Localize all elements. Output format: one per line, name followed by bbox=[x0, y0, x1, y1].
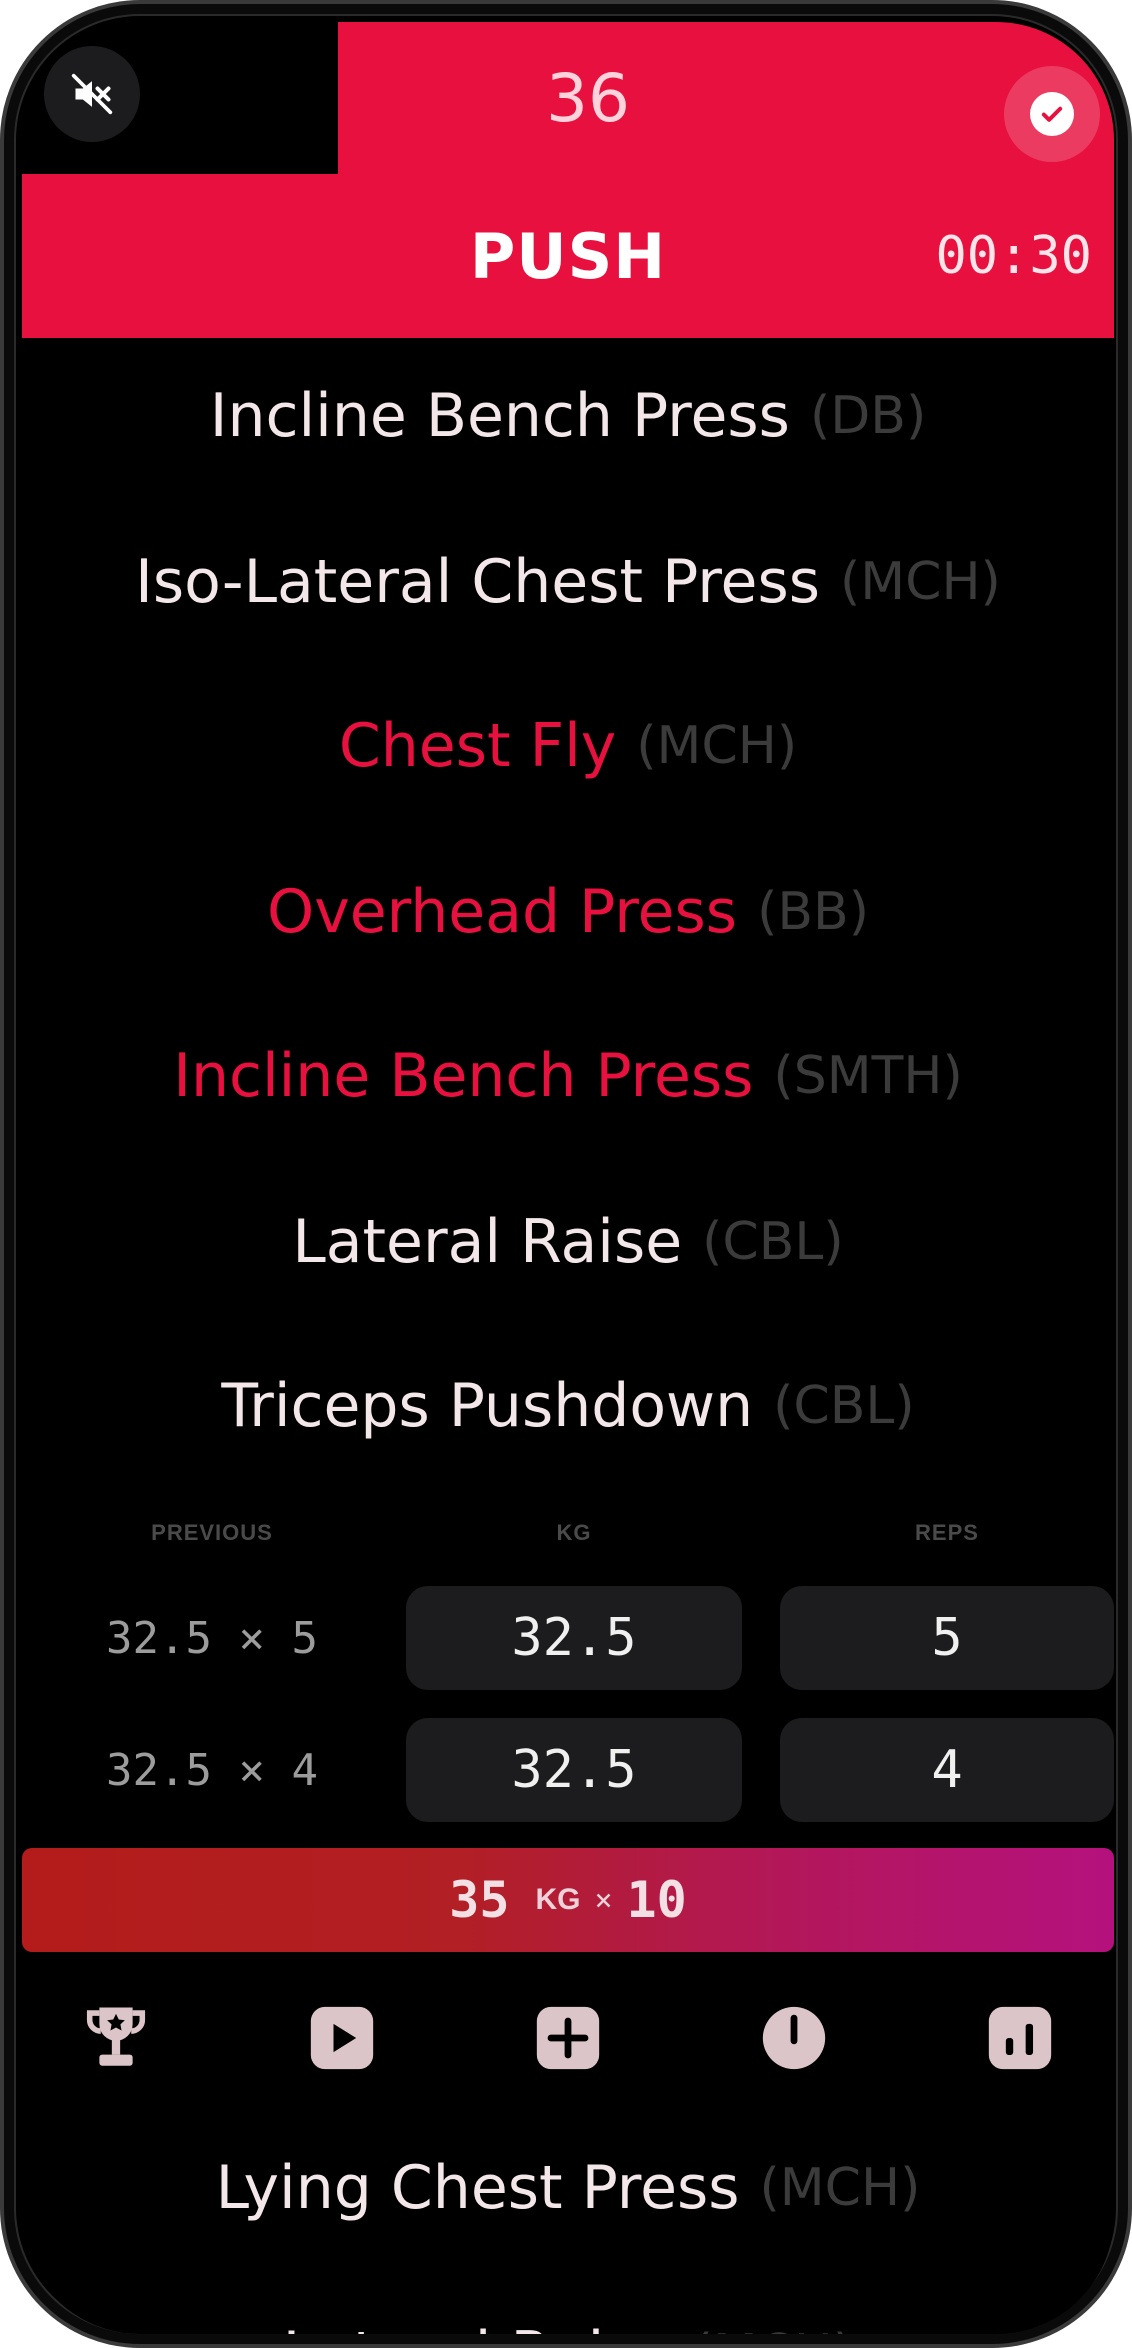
play-button[interactable] bbox=[302, 1998, 382, 2078]
exercise-equipment: (CBL) bbox=[773, 1376, 915, 1436]
exercise-item-active[interactable]: Overhead Press (BB) bbox=[22, 852, 1114, 972]
app-screen: 36 PUSH 00:30 Incline Bench Press (DB) I… bbox=[22, 22, 1114, 2334]
exercise-equipment: (MCH) bbox=[759, 2158, 921, 2218]
exercise-item[interactable]: Lateral Raise (MCH) bbox=[22, 2294, 1114, 2334]
exercise-item-active[interactable]: Incline Bench Press (SMTH) bbox=[22, 1016, 1114, 1136]
finish-workout-button[interactable] bbox=[1004, 66, 1100, 162]
reps-input[interactable]: 5 bbox=[780, 1586, 1114, 1690]
column-header-kg: KG bbox=[556, 1520, 592, 1545]
exercise-name: Incline Bench Press bbox=[209, 381, 790, 451]
column-header-reps: REPS bbox=[915, 1520, 979, 1545]
check-icon bbox=[1030, 92, 1074, 136]
exercise-name: Lateral Raise bbox=[283, 2319, 673, 2334]
set-counter: 36 bbox=[546, 59, 630, 137]
phone-frame: 36 PUSH 00:30 Incline Bench Press (DB) I… bbox=[0, 0, 1132, 2348]
exercise-equipment: (DB) bbox=[809, 386, 927, 446]
reps-input[interactable]: 4 bbox=[780, 1718, 1114, 1822]
kg-input[interactable]: 32.5 bbox=[406, 1718, 742, 1822]
exercise-equipment: (CBL) bbox=[702, 1212, 844, 1272]
stats-button[interactable] bbox=[980, 1998, 1060, 2078]
mute-button[interactable] bbox=[44, 46, 140, 142]
exercise-name: Triceps Pushdown bbox=[221, 1371, 754, 1441]
exercise-equipment: (MCH) bbox=[636, 716, 798, 776]
exercise-equipment: (BB) bbox=[757, 882, 869, 942]
exercise-name: Lying Chest Press bbox=[215, 2153, 740, 2223]
previous-set-value: 32.5 × 4 bbox=[106, 1744, 318, 1796]
add-set-button[interactable]: 35 KG × 10 bbox=[22, 1848, 1114, 1952]
exercise-item[interactable]: Lateral Raise (CBL) bbox=[22, 1182, 1114, 1302]
add-set-reps: 10 bbox=[626, 1871, 687, 1929]
exercise-equipment: (MCH) bbox=[839, 552, 1001, 612]
exercise-name: Incline Bench Press bbox=[173, 1041, 754, 1111]
exercise-name: Overhead Press bbox=[267, 877, 738, 947]
exercise-item[interactable]: Lying Chest Press (MCH) bbox=[22, 2128, 1114, 2248]
exercise-item-expanded[interactable]: Triceps Pushdown (CBL) bbox=[22, 1346, 1114, 1466]
exercise-equipment: (MCH) bbox=[692, 2324, 853, 2334]
chart-icon bbox=[988, 2006, 1052, 2070]
exercise-name: Lateral Raise bbox=[292, 1207, 683, 1277]
exercise-item[interactable]: Incline Bench Press (DB) bbox=[22, 356, 1114, 476]
timer-button[interactable] bbox=[754, 1998, 834, 2078]
exercise-name: Iso-Lateral Chest Press bbox=[135, 547, 820, 617]
timer-icon bbox=[762, 2006, 826, 2070]
speaker-muted-icon bbox=[71, 73, 113, 115]
exercise-name: Chest Fly bbox=[338, 711, 617, 781]
rest-timer[interactable]: 00:30 bbox=[935, 174, 1092, 338]
add-set-unit: KG bbox=[535, 1883, 581, 1916]
exercise-item-active[interactable]: Chest Fly (MCH) bbox=[22, 686, 1114, 806]
add-set-times: × bbox=[594, 1882, 613, 1918]
exercise-equipment: (SMTH) bbox=[773, 1046, 963, 1106]
column-header-previous: PREVIOUS bbox=[151, 1520, 273, 1545]
add-set-weight: 35 bbox=[449, 1871, 510, 1929]
records-button[interactable] bbox=[76, 1998, 156, 2078]
previous-set-value: 32.5 × 5 bbox=[106, 1612, 318, 1664]
plus-icon bbox=[536, 2006, 600, 2070]
kg-input[interactable]: 32.5 bbox=[406, 1586, 742, 1690]
add-exercise-button[interactable] bbox=[528, 1998, 608, 2078]
play-icon bbox=[310, 2006, 374, 2070]
exercise-item[interactable]: Iso-Lateral Chest Press (MCH) bbox=[22, 522, 1114, 642]
trophy-icon bbox=[86, 2007, 146, 2066]
